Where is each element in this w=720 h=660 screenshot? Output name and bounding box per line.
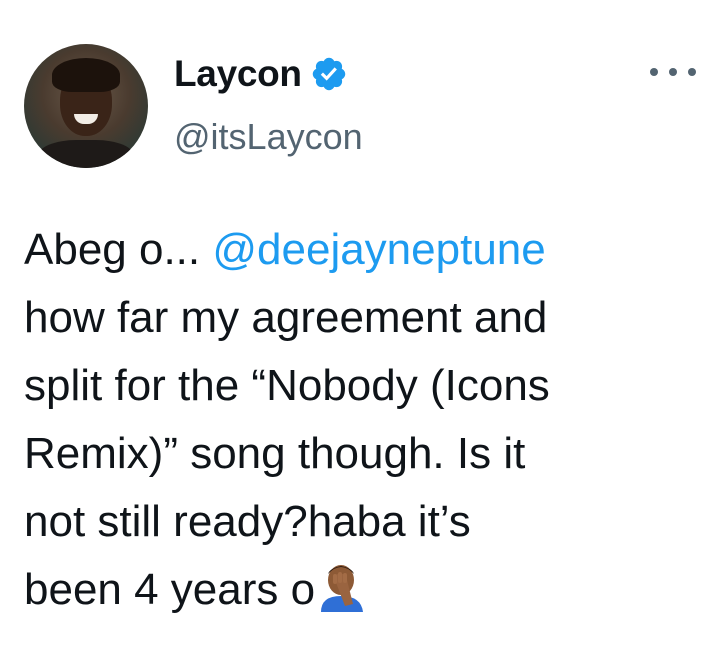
author-name-row: Laycon: [174, 52, 348, 96]
tweet-line-1-text: Abeg o...: [24, 225, 213, 274]
tweet-line-6: been 4 years o: [24, 556, 704, 624]
tweet-line-4: Remix)” song though. Is it: [24, 429, 526, 478]
avatar[interactable]: [24, 44, 148, 168]
tweet-line-2: how far my agreement and: [24, 293, 548, 342]
dot: [669, 68, 677, 76]
more-options-icon[interactable]: [650, 60, 696, 84]
dot: [650, 68, 658, 76]
mention-link[interactable]: @deejayneptune: [212, 225, 545, 274]
dot: [688, 68, 696, 76]
tweet-line-5: not still ready?haba it’s: [24, 497, 471, 546]
tweet-card: Laycon @itsLaycon Abeg o... @deejayneptu…: [0, 0, 720, 660]
tweet-line-6-text: been 4 years o: [24, 565, 316, 614]
verified-badge-icon: [312, 57, 345, 91]
avatar-hair: [52, 58, 120, 92]
tweet-text: Abeg o... @deejayneptune how far my agre…: [24, 216, 704, 624]
display-name[interactable]: Laycon: [174, 53, 302, 95]
person-facepalming-icon: [321, 565, 364, 612]
tweet-line-3: split for the “Nobody (Icons: [24, 361, 550, 410]
author-handle[interactable]: @itsLaycon: [174, 116, 363, 158]
tweet-line-1: Abeg o... @deejayneptune: [24, 216, 704, 284]
avatar-shirt: [38, 140, 134, 168]
